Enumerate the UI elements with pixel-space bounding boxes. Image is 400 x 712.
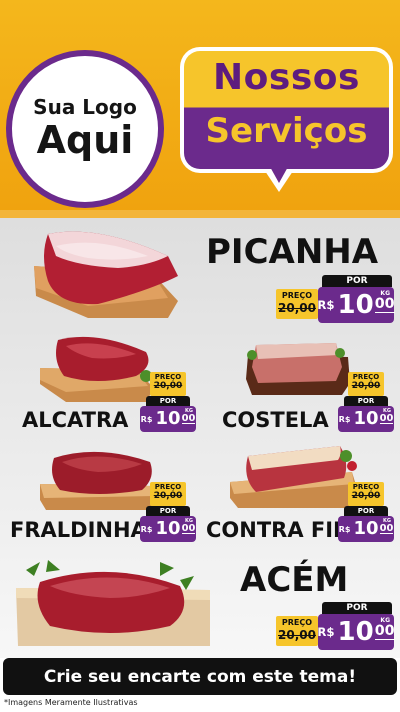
price-cents: 00 bbox=[374, 296, 395, 313]
speech-bubble-tail-inner bbox=[269, 165, 289, 183]
speech-bubble-title: Nossos Serviços bbox=[180, 47, 393, 173]
old-price-box: PREÇO 20,00 bbox=[150, 482, 186, 506]
price-tag-acem[interactable]: POR PREÇO 20,00 R$ 10 00 KG bbox=[276, 602, 395, 652]
title-line2: Serviços bbox=[205, 111, 368, 151]
unit-label: KG bbox=[383, 408, 391, 414]
price-cents: 00 bbox=[181, 522, 196, 535]
old-price: 20,00 bbox=[351, 381, 381, 391]
por-label: POR bbox=[146, 396, 190, 406]
preco-label: PREÇO bbox=[352, 483, 380, 491]
por-label: POR bbox=[322, 602, 392, 614]
por-label: POR bbox=[322, 275, 392, 287]
old-price-box: PREÇO 20,00 bbox=[276, 616, 318, 646]
unit-label: KG bbox=[380, 290, 390, 297]
por-label: POR bbox=[146, 506, 190, 516]
price-integer: 10 bbox=[353, 518, 379, 539]
product-name-picanha: PICANHA bbox=[206, 232, 379, 272]
picanha-image bbox=[34, 231, 178, 318]
disclaimer-text: *Imagens Meramente Ilustrativas bbox=[4, 698, 138, 707]
old-price: 20,00 bbox=[278, 301, 316, 315]
preco-label: PREÇO bbox=[154, 483, 182, 491]
unit-label: KG bbox=[383, 518, 391, 524]
logo-line1: Sua Logo bbox=[33, 95, 137, 120]
new-price-box: R$ 10 00 KG bbox=[317, 614, 395, 650]
price-cents: 00 bbox=[379, 522, 394, 535]
header-divider bbox=[0, 210, 400, 218]
create-flyer-button[interactable]: Crie seu encarte com este tema! bbox=[3, 658, 397, 695]
logo-placeholder[interactable]: Sua Logo Aqui bbox=[6, 50, 164, 208]
acem-image bbox=[16, 560, 210, 646]
currency-label: R$ bbox=[317, 625, 335, 639]
price-integer: 10 bbox=[337, 617, 374, 647]
price-tag-costela[interactable]: PREÇO 20,00 POR R$ 10 00 KG bbox=[338, 372, 394, 432]
old-price-box: PREÇO 20,00 bbox=[348, 482, 384, 506]
old-price-box: PREÇO 20,00 bbox=[150, 372, 186, 396]
unit-label: KG bbox=[185, 518, 193, 524]
currency-label: R$ bbox=[140, 524, 153, 534]
price-tag-fraldinha[interactable]: PREÇO 20,00 POR R$ 10 00 KG bbox=[140, 482, 196, 542]
old-price: 20,00 bbox=[153, 491, 183, 501]
price-integer: 10 bbox=[337, 290, 374, 320]
old-price-box: PREÇO 20,00 bbox=[276, 289, 318, 319]
new-price-box: R$ 10 00 KG bbox=[140, 406, 196, 432]
price-tag-alcatra[interactable]: PREÇO 20,00 POR R$ 10 00 KG bbox=[140, 372, 196, 432]
old-price-box: PREÇO 20,00 bbox=[348, 372, 384, 396]
logo-line2: Aqui bbox=[36, 118, 134, 163]
new-price-box: R$ 10 00 KG bbox=[140, 516, 196, 542]
unit-label: KG bbox=[380, 617, 390, 624]
currency-label: R$ bbox=[317, 298, 335, 312]
price-cents: 00 bbox=[374, 623, 395, 640]
por-label: POR bbox=[344, 396, 388, 406]
price-integer: 10 bbox=[155, 518, 181, 539]
preco-label: PREÇO bbox=[281, 618, 313, 627]
price-integer: 10 bbox=[353, 408, 379, 429]
por-label: POR bbox=[344, 506, 388, 516]
preco-label: PREÇO bbox=[352, 373, 380, 381]
price-integer: 10 bbox=[155, 408, 181, 429]
new-price-box: R$ 10 00 KG bbox=[338, 516, 394, 542]
product-name-costela: COSTELA bbox=[222, 408, 329, 432]
new-price-box: R$ 10 00 KG bbox=[317, 287, 395, 323]
price-cents: 00 bbox=[379, 412, 394, 425]
old-price: 20,00 bbox=[351, 491, 381, 501]
old-price: 20,00 bbox=[153, 381, 183, 391]
preco-label: PREÇO bbox=[154, 373, 182, 381]
currency-label: R$ bbox=[140, 414, 153, 424]
new-price-box: R$ 10 00 KG bbox=[338, 406, 394, 432]
unit-label: KG bbox=[185, 408, 193, 414]
currency-label: R$ bbox=[338, 524, 351, 534]
price-tag-picanha[interactable]: POR PREÇO 20,00 R$ 10 00 KG bbox=[276, 275, 395, 325]
preco-label: PREÇO bbox=[281, 291, 313, 300]
price-tag-contra-file[interactable]: PREÇO 20,00 POR R$ 10 00 KG bbox=[338, 482, 394, 542]
old-price: 20,00 bbox=[278, 628, 316, 642]
currency-label: R$ bbox=[338, 414, 351, 424]
product-name-fraldinha: FRALDINHA bbox=[10, 518, 147, 542]
product-name-acem: ACÉM bbox=[240, 560, 349, 600]
product-name-alcatra: ALCATRA bbox=[22, 408, 129, 432]
title-line1: Nossos bbox=[213, 57, 360, 98]
price-cents: 00 bbox=[181, 412, 196, 425]
